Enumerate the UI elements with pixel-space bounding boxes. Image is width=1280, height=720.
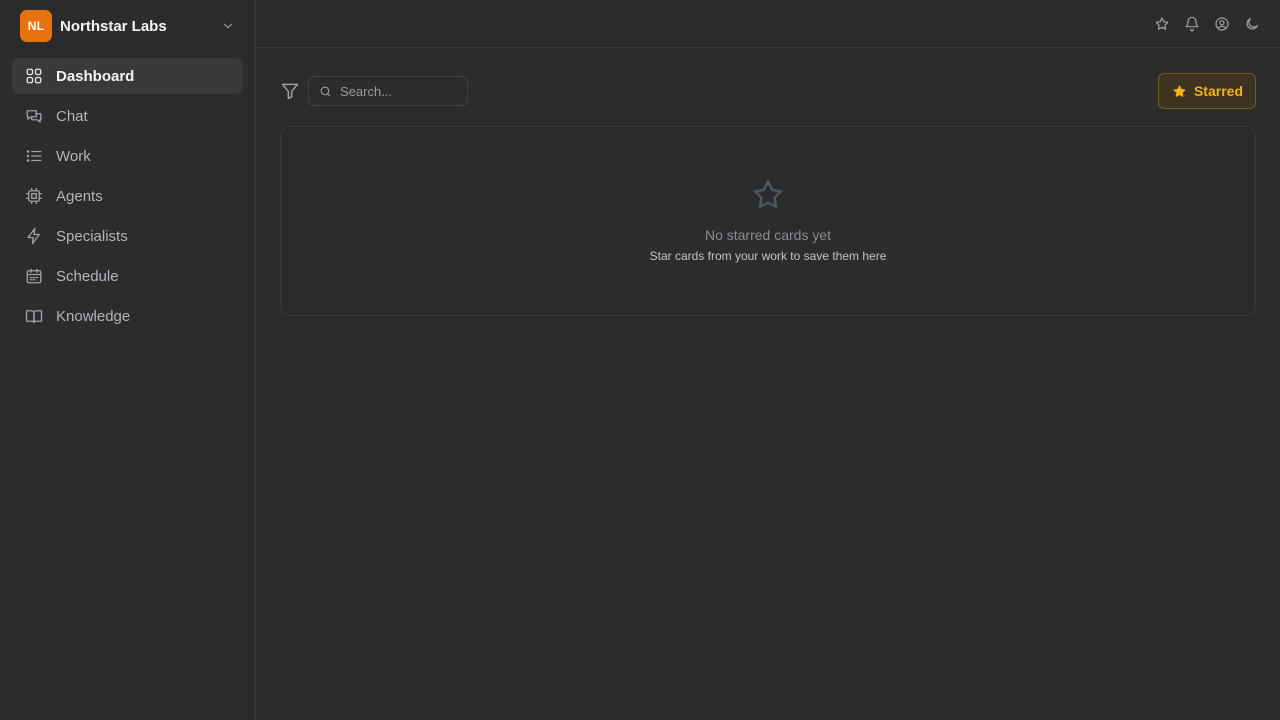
moon-icon[interactable] xyxy=(1244,16,1260,32)
sidebar-item-knowledge[interactable]: Knowledge xyxy=(12,298,243,334)
filter-icon[interactable] xyxy=(280,81,300,101)
book-icon xyxy=(24,306,44,326)
chip-icon xyxy=(24,186,44,206)
chat-icon xyxy=(24,106,44,126)
search-input[interactable] xyxy=(340,83,457,99)
bolt-icon xyxy=(24,226,44,246)
star-outline-icon xyxy=(750,177,786,213)
sidebar-item-label: Work xyxy=(56,147,91,165)
workspace-switcher[interactable]: NL Northstar Labs xyxy=(12,10,243,42)
workspace-avatar: NL xyxy=(20,10,52,42)
sidebar: NL Northstar Labs Dashboard Chat Work Ag… xyxy=(0,0,256,720)
sidebar-item-label: Chat xyxy=(56,107,88,125)
grid-icon xyxy=(24,66,44,86)
chevron-down-icon xyxy=(221,19,235,33)
sidebar-item-schedule[interactable]: Schedule xyxy=(12,258,243,294)
list-icon xyxy=(24,146,44,166)
workspace-name: Northstar Labs xyxy=(60,17,167,35)
sidebar-item-label: Dashboard xyxy=(56,67,135,85)
empty-state-title: No starred cards yet xyxy=(704,227,832,243)
toolbar: Starred xyxy=(280,72,1256,110)
starred-filter-button[interactable]: Starred xyxy=(1157,73,1256,109)
topbar xyxy=(256,0,1280,48)
search-box xyxy=(308,76,468,106)
sidebar-item-dashboard[interactable]: Dashboard xyxy=(12,58,243,94)
sidebar-item-specialists[interactable]: Specialists xyxy=(12,218,243,254)
search-icon xyxy=(320,86,331,96)
starred-button-label: Starred xyxy=(1193,83,1243,99)
sidebar-item-chat[interactable]: Chat xyxy=(12,98,243,134)
sidebar-item-label: Agents xyxy=(56,187,103,205)
sidebar-item-work[interactable]: Work xyxy=(12,138,243,174)
sidebar-item-label: Knowledge xyxy=(56,307,131,325)
sidebar-item-label: Schedule xyxy=(56,267,119,285)
bell-icon[interactable] xyxy=(1184,16,1200,32)
app-root: NL Northstar Labs Dashboard Chat Work Ag… xyxy=(0,0,1280,720)
star-filled-icon xyxy=(1173,84,1186,97)
sidebar-item-agents[interactable]: Agents xyxy=(12,178,243,214)
star-icon[interactable] xyxy=(1154,16,1170,32)
user-circle-icon[interactable] xyxy=(1214,16,1230,32)
sidebar-item-label: Specialists xyxy=(56,227,128,245)
empty-state-card: No starred cards yet Star cards from you… xyxy=(280,126,1256,316)
main-area: Starred No starred cards yet Star cards … xyxy=(256,0,1280,720)
calendar-icon xyxy=(24,266,44,286)
empty-state-subtitle: Star cards from your work to save them h… xyxy=(649,249,887,263)
content-panel: Starred No starred cards yet Star cards … xyxy=(256,48,1280,340)
sidebar-nav: Dashboard Chat Work Agents Specialists S… xyxy=(12,58,243,334)
